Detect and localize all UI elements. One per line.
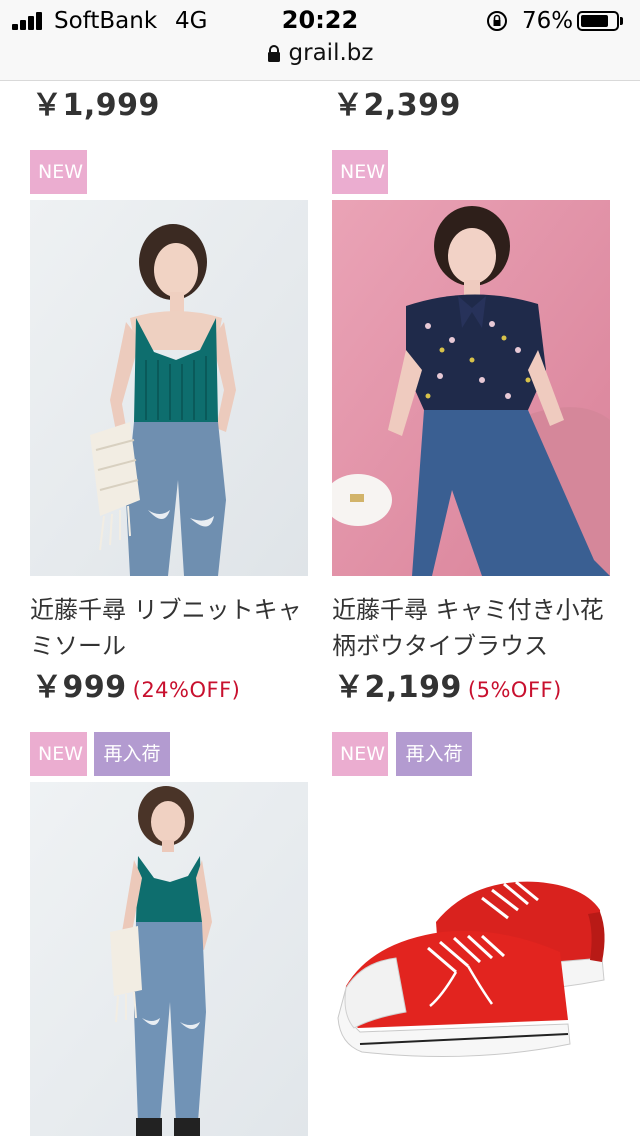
prev-right-price: ￥2,399 bbox=[333, 88, 461, 123]
battery-cap bbox=[620, 17, 623, 25]
product-image-knit-cami-full[interactable] bbox=[30, 782, 308, 1136]
product-image-red-sneakers[interactable] bbox=[332, 782, 610, 1136]
product-image-knit-cami[interactable] bbox=[30, 200, 308, 576]
prev-left-price: ￥1,999 bbox=[32, 88, 160, 123]
url-bar[interactable]: grail.bz bbox=[0, 40, 640, 70]
price-value: ￥999 bbox=[32, 670, 127, 705]
price-value: ￥2,199 bbox=[334, 670, 462, 705]
restock-badge: 再入荷 bbox=[94, 732, 170, 776]
new-badge: NEW bbox=[332, 150, 388, 194]
discount-label: (24%OFF) bbox=[132, 678, 241, 702]
restock-badge: 再入荷 bbox=[396, 732, 472, 776]
new-badge: NEW bbox=[332, 732, 388, 776]
battery-percent: 76% bbox=[522, 8, 574, 34]
rotation-lock-icon bbox=[487, 11, 507, 31]
new-badge: NEW bbox=[30, 732, 87, 776]
discount-label: (5%OFF) bbox=[467, 678, 562, 702]
url-text: grail.bz bbox=[288, 40, 374, 66]
product-name[interactable]: 近藤千尋 リブニットキャミソール bbox=[30, 592, 310, 664]
status-bar: SoftBank 4G 20:22 76% grail.bz bbox=[0, 0, 640, 81]
product-image-floral-blouse[interactable] bbox=[332, 200, 610, 576]
new-badge: NEW bbox=[30, 150, 87, 194]
product-price: ￥999 (24%OFF) bbox=[32, 662, 240, 706]
product-name[interactable]: 近藤千尋 キャミ付き小花柄ボウタイブラウス bbox=[332, 592, 612, 664]
lock-icon bbox=[267, 44, 280, 62]
battery-icon bbox=[577, 11, 619, 31]
product-price: ￥2,199 (5%OFF) bbox=[334, 662, 562, 706]
